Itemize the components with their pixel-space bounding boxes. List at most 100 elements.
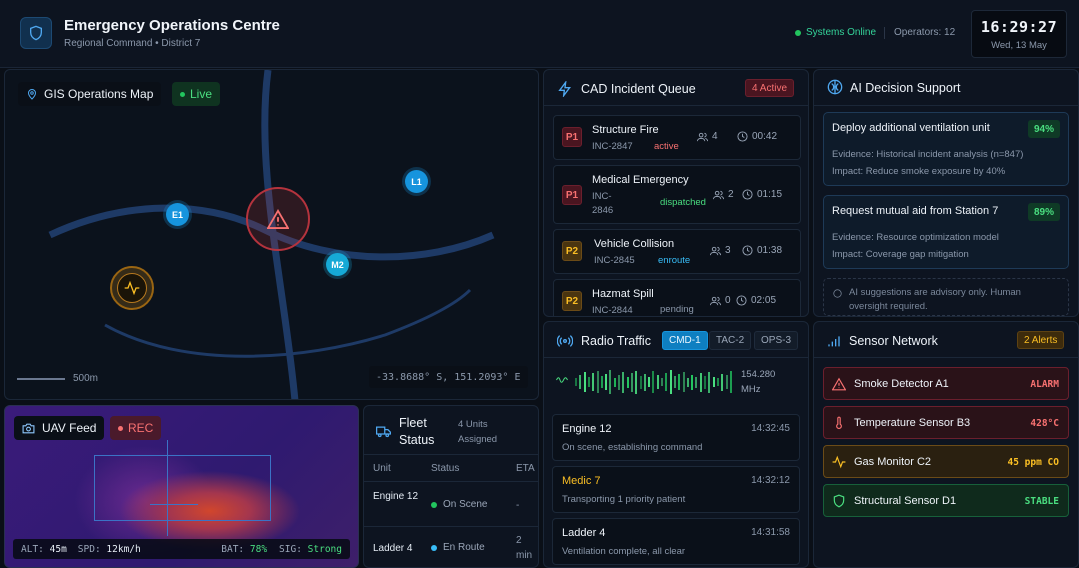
unit-marker-l1[interactable]: L1 xyxy=(405,170,428,193)
incident-card[interactable]: P2 Hazmat Spill INC-2844 pending 0 02:05 xyxy=(553,279,801,316)
tab-ops-3[interactable]: OPS-3 xyxy=(754,331,799,350)
uav-feed-panel[interactable]: UAV Feed REC ALT: 45m SPD: 12km/h BAT: 7… xyxy=(4,405,359,568)
elapsed-time: 00:42 xyxy=(752,131,778,142)
users-icon xyxy=(710,246,721,255)
waveform-bar xyxy=(596,371,599,393)
sensor-row[interactable]: Structural Sensor D1 STABLE xyxy=(823,484,1069,517)
bat-label: BAT: xyxy=(221,543,245,555)
waveform-bar xyxy=(605,374,608,390)
suggestion-impact: Impact: Coverage gap mitigation xyxy=(832,249,969,260)
unit-marker-m2[interactable]: M2 xyxy=(326,253,349,276)
message-sender: Ladder 4 xyxy=(562,527,606,539)
uav-title: UAV Feed xyxy=(42,421,97,435)
suggestion-evidence: Evidence: Resource optimization model xyxy=(832,232,999,243)
priority-badge: P2 xyxy=(562,291,582,311)
status-dot-icon xyxy=(431,544,437,551)
incident-marker[interactable] xyxy=(246,187,310,251)
clock-icon xyxy=(742,245,753,256)
incident-card[interactable]: P1 Medical Emergency INC-2846 dispatched… xyxy=(553,165,801,224)
clock-time: 16:29:27 xyxy=(980,18,1058,36)
frequency-readout: 154.280 MHz xyxy=(741,369,776,395)
message-sender: Engine 12 xyxy=(562,423,612,435)
waveform-bar xyxy=(639,375,642,389)
waveform-bar xyxy=(712,377,715,387)
fleet-status-panel: Fleet Status 4 Units Assigned Unit Statu… xyxy=(363,405,539,568)
ai-title: AI Decision Support xyxy=(850,81,961,95)
incident-units: 2 xyxy=(713,189,734,200)
ai-suggestion-card[interactable]: Request mutual aid from Station 7 89% Ev… xyxy=(823,195,1069,269)
incident-card[interactable]: P1 Structure Fire INC-2847 active 4 00:4… xyxy=(553,115,801,160)
sensor-row[interactable]: Smoke Detector A1 ALARM xyxy=(823,367,1069,400)
activity-icon xyxy=(124,281,140,295)
radio-traffic-panel: Radio Traffic CMD-1 TAC-2 OPS-3 154.280 … xyxy=(543,321,809,568)
map-title-chip: GIS Operations Map xyxy=(18,82,162,106)
incident-status: pending xyxy=(660,304,694,315)
sensor-row[interactable]: Gas Monitor C2 45 ppm CO xyxy=(823,445,1069,478)
elapsed-time: 01:15 xyxy=(757,189,783,200)
unit-eta: 2 min xyxy=(516,535,533,561)
waveform-bar xyxy=(600,376,603,388)
radio-message[interactable]: Medic 7 14:32:12 Transporting 1 priority… xyxy=(552,466,800,513)
unit-status: On Scene xyxy=(431,499,487,510)
spd-value: 12km/h xyxy=(106,543,141,555)
waveform-bar xyxy=(661,378,663,386)
message-time: 14:31:58 xyxy=(751,527,790,538)
advisory-text: AI suggestions are advisory only. Human … xyxy=(849,287,1021,312)
ai-decision-panel: AI Decision Support Deploy additional ve… xyxy=(813,69,1079,317)
advisory-note: AI suggestions are advisory only. Human … xyxy=(823,278,1069,316)
alert-triangle-icon xyxy=(267,209,289,229)
brain-icon xyxy=(827,79,843,95)
incident-id: INC-2844 xyxy=(592,305,633,316)
sensor-value: ALARM xyxy=(1030,379,1059,390)
active-count-badge: 4 Active xyxy=(745,79,795,97)
incident-id: INC-2846 xyxy=(592,191,614,216)
waveform-bar xyxy=(613,377,616,387)
message-text: Transporting 1 priority patient xyxy=(562,494,686,505)
units-count: 4 xyxy=(712,131,718,142)
waveform-bar xyxy=(695,376,698,388)
ai-suggestion-card[interactable]: Deploy additional ventilation unit 94% E… xyxy=(823,112,1069,186)
users-icon xyxy=(713,190,724,199)
operators-count: Operators: 12 xyxy=(894,27,956,38)
tab-cmd-1[interactable]: CMD-1 xyxy=(662,331,708,350)
divider xyxy=(364,454,538,455)
spd-label: SPD: xyxy=(77,543,101,555)
suggestion-title: Deploy additional ventilation unit xyxy=(832,122,990,134)
waveform-bar xyxy=(609,370,612,394)
elapsed-time: 01:38 xyxy=(757,245,783,256)
divider xyxy=(364,481,538,482)
suggestion-evidence: Evidence: Historical incident analysis (… xyxy=(832,149,1024,160)
cad-title: CAD Incident Queue xyxy=(581,82,696,96)
incident-status: dispatched xyxy=(660,197,706,208)
waveform-bar xyxy=(648,377,651,387)
col-eta: ETA xyxy=(516,463,535,474)
incident-card[interactable]: P2 Vehicle Collision INC-2845 enroute 3 … xyxy=(553,229,801,274)
gis-map-panel[interactable]: GIS Operations Map Live E1 L1 M2 500m -3… xyxy=(4,69,539,400)
incident-name: Medical Emergency xyxy=(592,174,689,186)
divider xyxy=(884,27,885,39)
waveform-bar xyxy=(575,378,577,386)
lightning-icon xyxy=(558,81,571,97)
sensor-row[interactable]: Temperature Sensor B3 428°C xyxy=(823,406,1069,439)
incident-name: Hazmat Spill xyxy=(592,288,654,300)
activity-marker[interactable] xyxy=(110,266,154,310)
sensor-network-panel: Sensor Network 2 Alerts Smoke Detector A… xyxy=(813,321,1079,568)
scale-bar xyxy=(17,377,65,380)
radio-message[interactable]: Engine 12 14:32:45 On scene, establishin… xyxy=(552,414,800,461)
incident-name: Vehicle Collision xyxy=(594,238,675,250)
tab-tac-2[interactable]: TAC-2 xyxy=(709,331,752,350)
alt-value: 45m xyxy=(49,543,67,555)
waveform-bar xyxy=(725,375,728,389)
unit-eta: - xyxy=(516,500,520,511)
live-label: Live xyxy=(190,87,213,101)
message-text: Ventilation complete, all clear xyxy=(562,546,686,557)
unit-marker-e1[interactable]: E1 xyxy=(166,203,189,226)
confidence-badge: 89% xyxy=(1027,203,1060,221)
signal-bars-icon xyxy=(828,336,840,347)
audio-waveform xyxy=(575,370,735,394)
waveform-bar xyxy=(673,376,676,388)
waveform-bar xyxy=(630,372,633,392)
incident-id: INC-2845 xyxy=(594,255,635,266)
radio-message[interactable]: Ladder 4 14:31:58 Ventilation complete, … xyxy=(552,518,800,565)
alerts-badge: 2 Alerts xyxy=(1017,331,1065,349)
